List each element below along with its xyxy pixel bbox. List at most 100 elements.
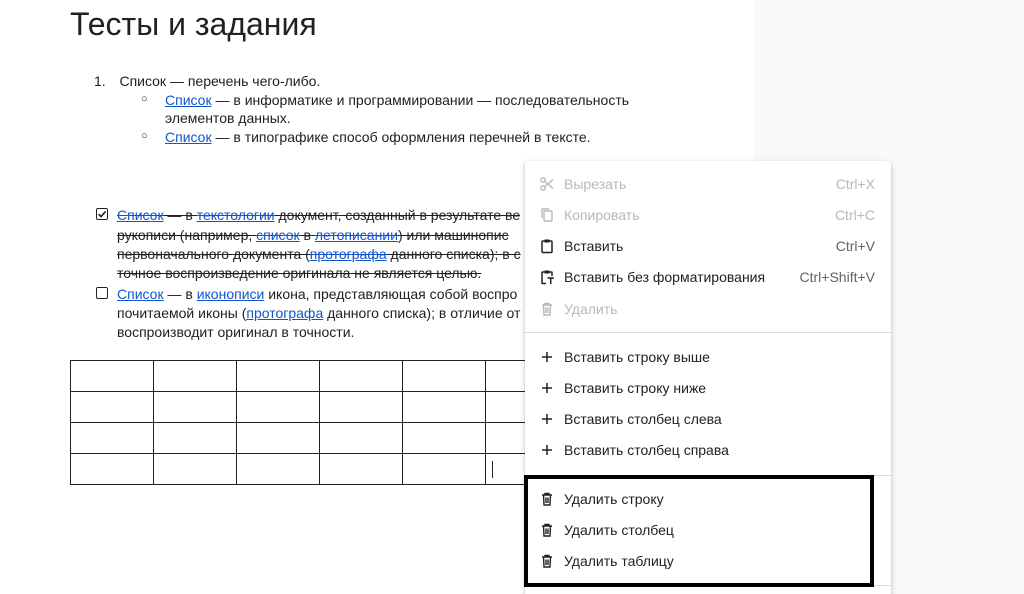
- menu-item-label: Вставить столбец справа: [564, 441, 729, 458]
- table-row: [70, 360, 569, 392]
- numbered-list-item[interactable]: 1. Список — перечень чего-либо.: [94, 72, 320, 90]
- table-row: [70, 453, 569, 485]
- trash-icon: [538, 300, 556, 318]
- table-cell[interactable]: [402, 453, 486, 485]
- menu-item-insert-column-left[interactable]: Вставить столбец слева: [525, 403, 891, 434]
- context-menu[interactable]: Вырезать Ctrl+X Копировать Ctrl+C Встави…: [525, 161, 891, 594]
- menu-item-label: Копировать: [564, 206, 640, 223]
- item-text: рукописи (например,: [117, 227, 257, 243]
- menu-item-insert-column-right[interactable]: Вставить столбец справа: [525, 434, 891, 465]
- table-cell[interactable]: [70, 453, 154, 485]
- trash-icon: [538, 490, 556, 508]
- list-link[interactable]: Список: [165, 129, 212, 145]
- table-cell[interactable]: [70, 391, 154, 423]
- table-cell[interactable]: [236, 422, 320, 454]
- protograph-link[interactable]: протографа: [310, 246, 387, 262]
- checklist-item-line: рукописи (например, список в летописании…: [117, 226, 509, 244]
- menu-item-delete-table[interactable]: Удалить таблицу: [525, 545, 891, 576]
- sub-item-continuation: элементов данных.: [165, 110, 291, 126]
- item-text: первоначального документа (: [117, 246, 310, 262]
- sub-item-text: — в информатике и программировании — пос…: [211, 92, 630, 108]
- table-cell[interactable]: [319, 391, 403, 423]
- trash-icon: [538, 521, 556, 539]
- menu-item-shortcut: Ctrl+V: [835, 237, 875, 254]
- table-cell[interactable]: [153, 360, 237, 392]
- menu-item-label: Вставить столбец слева: [564, 410, 722, 427]
- list-link[interactable]: список: [256, 227, 299, 243]
- menu-item-shortcut: Ctrl+C: [834, 206, 875, 223]
- copy-icon: [538, 206, 556, 224]
- checklist-item-line: точное воспроизведение оригинала не явля…: [117, 265, 482, 281]
- table-cell[interactable]: [70, 422, 154, 454]
- plus-icon: [538, 348, 556, 366]
- chronicle-link[interactable]: летописании: [315, 227, 398, 243]
- plus-icon: [538, 441, 556, 459]
- checkbox-checked[interactable]: [96, 208, 108, 220]
- text-cursor: [492, 461, 493, 478]
- sub-list-item[interactable]: Список — в информатике и программировани…: [165, 91, 629, 109]
- list-link[interactable]: Список: [165, 92, 212, 108]
- menu-item-delete[interactable]: Удалить: [525, 293, 891, 324]
- list-number: 1.: [94, 73, 106, 89]
- item-text: икона, представляющая собой воспро: [264, 286, 518, 302]
- checklist-item-line: первоначального документа (протографа да…: [117, 245, 521, 263]
- table-cell[interactable]: [236, 391, 320, 423]
- checklist-item-line[interactable]: Список — в иконописи икона, представляющ…: [117, 285, 517, 303]
- trash-icon: [538, 552, 556, 570]
- menu-divider: [525, 475, 891, 476]
- table-cell[interactable]: [236, 360, 320, 392]
- checklist-item-line: воспроизводит оригинал в точности.: [117, 324, 355, 340]
- document-table[interactable]: [70, 360, 569, 485]
- sub-list-item[interactable]: Список — в типографике способ оформления…: [165, 128, 591, 146]
- item-text: данного списка); в с: [386, 246, 521, 262]
- table-row: [70, 391, 569, 423]
- item-text: в: [299, 227, 315, 243]
- menu-item-delete-row[interactable]: Удалить строку: [525, 483, 891, 514]
- table-cell[interactable]: [153, 453, 237, 485]
- menu-item-cut[interactable]: Вырезать Ctrl+X: [525, 168, 891, 199]
- menu-item-label: Удалить столбец: [564, 521, 674, 538]
- item-text: документ, созданный в результате ве: [274, 207, 521, 223]
- table-cell[interactable]: [236, 453, 320, 485]
- list-link[interactable]: Список: [117, 207, 164, 223]
- table-cell[interactable]: [153, 422, 237, 454]
- menu-item-label: Вставить: [564, 237, 624, 254]
- checklist-item-line: почитаемой иконы (протографа данного спи…: [117, 304, 520, 322]
- menu-item-label: Удалить: [564, 300, 618, 317]
- menu-item-label: Удалить таблицу: [564, 552, 674, 569]
- item-text: почитаемой иконы (: [117, 305, 247, 321]
- menu-item-insert-row-above[interactable]: Вставить строку выше: [525, 341, 891, 372]
- table-cell[interactable]: [402, 360, 486, 392]
- menu-item-paste[interactable]: Вставить Ctrl+V: [525, 230, 891, 261]
- document-title[interactable]: Тесты и задания: [70, 6, 317, 43]
- table-cell[interactable]: [70, 360, 154, 392]
- menu-item-insert-row-below[interactable]: Вставить строку ниже: [525, 372, 891, 403]
- table-cell[interactable]: [319, 360, 403, 392]
- plus-icon: [538, 410, 556, 428]
- menu-item-shortcut: Ctrl+X: [835, 175, 875, 192]
- item-text: данного списка); в отличие от: [323, 305, 521, 321]
- table-row: [70, 422, 569, 454]
- checklist-item-line[interactable]: Список — в текстологии документ, созданн…: [117, 206, 520, 224]
- table-cell[interactable]: [319, 453, 403, 485]
- menu-item-delete-column[interactable]: Удалить столбец: [525, 514, 891, 545]
- menu-item-copy[interactable]: Копировать Ctrl+C: [525, 199, 891, 230]
- list-link[interactable]: Список: [117, 286, 164, 302]
- protograph-link[interactable]: протографа: [246, 305, 323, 321]
- menu-item-label: Вырезать: [564, 175, 627, 192]
- table-cell[interactable]: [319, 422, 403, 454]
- textology-link[interactable]: текстологии: [197, 207, 275, 223]
- table-cell[interactable]: [402, 422, 486, 454]
- clipboard-plain-icon: [538, 268, 556, 286]
- hollow-bullet-icon: ○: [141, 130, 148, 142]
- table-cell[interactable]: [153, 391, 237, 423]
- table-cell[interactable]: [402, 391, 486, 423]
- checkbox-unchecked[interactable]: [96, 287, 108, 299]
- menu-item-paste-plain[interactable]: Вставить без форматирования Ctrl+Shift+V: [525, 261, 891, 292]
- menu-divider: [525, 332, 891, 333]
- iconography-link[interactable]: иконописи: [197, 286, 265, 302]
- menu-item-label: Вставить без форматирования: [564, 268, 766, 285]
- checkmark-icon: [97, 210, 107, 218]
- menu-item-label: Вставить строку ниже: [564, 379, 707, 396]
- hollow-bullet-icon: ○: [141, 93, 148, 105]
